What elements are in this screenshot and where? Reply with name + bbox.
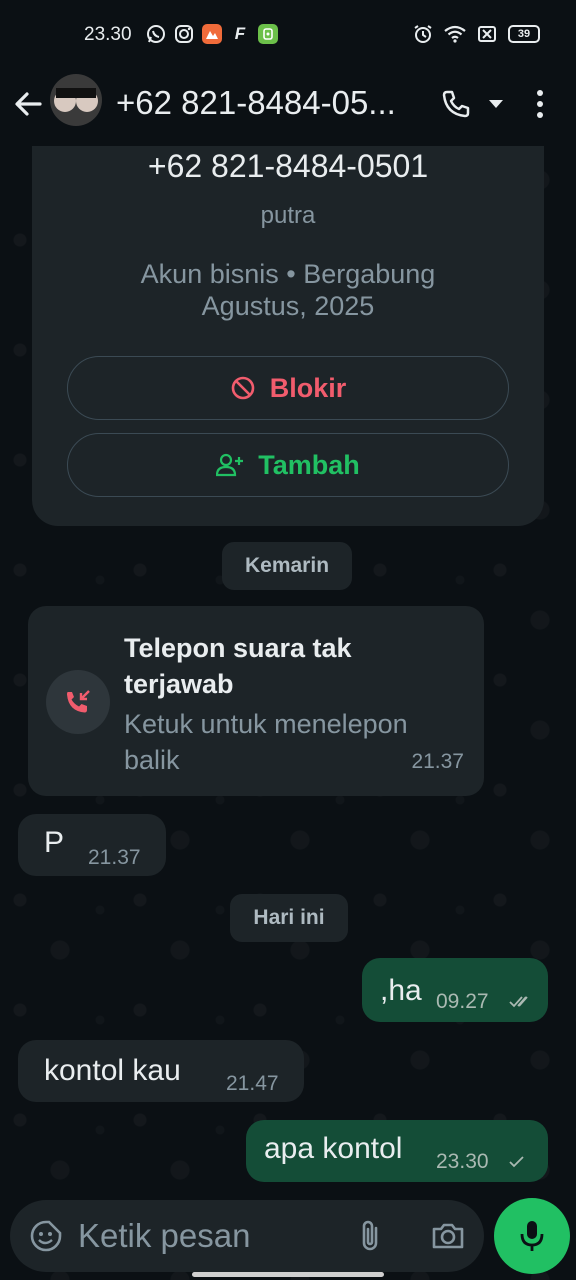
missed-call-title: Telepon suara tak terjawab: [124, 633, 352, 699]
single-check-icon: [509, 1156, 524, 1168]
date-chip-yesterday: Kemarin: [222, 542, 352, 590]
alarm-icon: [412, 24, 434, 44]
missed-call-message[interactable]: Telepon suara tak terjawab Ketuk untuk m…: [28, 606, 484, 796]
contact-info-card: +62 821-8484-0501 putra Akun bisnis • Be…: [32, 118, 544, 526]
message-text: ,ha: [380, 974, 422, 1007]
more-vert-icon: [537, 90, 543, 118]
message-composer: [10, 1200, 484, 1272]
status-system-icons: 39: [412, 24, 540, 44]
battery-icon: 39: [508, 25, 540, 43]
call-options-dropdown[interactable]: [480, 86, 512, 122]
voice-message-button[interactable]: [494, 1198, 570, 1274]
add-contact-button[interactable]: Tambah: [67, 433, 509, 497]
more-options-button[interactable]: [522, 86, 558, 122]
missed-call-icon: [67, 690, 90, 713]
add-person-icon: [216, 453, 244, 477]
status-time: 23.30: [84, 24, 132, 45]
message-bubble-incoming[interactable]: kontol kau 21.47: [18, 1040, 304, 1102]
message-time: 21.47: [226, 1072, 279, 1095]
add-label: Tambah: [258, 449, 360, 480]
sim-off-icon: [476, 24, 498, 44]
phone-icon: [442, 90, 470, 118]
date-chip-label: Kemarin: [244, 554, 330, 577]
double-check-icon: [509, 996, 528, 1008]
date-chip-label: Hari ini: [253, 906, 325, 929]
message-bubble-outgoing[interactable]: ,ha 09.27: [362, 958, 548, 1022]
message-text: apa kontol: [264, 1132, 403, 1165]
sticker-icon: [30, 1220, 62, 1252]
attach-icon: [362, 1220, 378, 1251]
back-arrow-icon: [15, 92, 42, 116]
message-bubble-outgoing[interactable]: apa kontol 23.30: [246, 1120, 548, 1182]
contact-name[interactable]: +62 821-8484-05...: [116, 84, 426, 122]
whatsapp-icon: [146, 24, 166, 44]
message-text: kontol kau: [44, 1054, 181, 1087]
block-icon: [231, 376, 255, 400]
instagram-icon: [174, 24, 194, 44]
camera-icon: [432, 1223, 464, 1249]
status-app-icons: F: [146, 24, 278, 44]
missed-call-subtitle: Ketuk untuk menelepon balik: [124, 709, 408, 775]
status-bar: 23.30 F 39: [0, 0, 576, 70]
message-time: 23.30: [436, 1150, 489, 1173]
app-f-icon: F: [234, 24, 246, 43]
app-orange-icon: [202, 24, 222, 44]
voice-call-button[interactable]: [438, 86, 474, 122]
avatar[interactable]: [50, 74, 102, 126]
back-button[interactable]: [10, 86, 46, 122]
mic-icon: [520, 1221, 544, 1251]
message-time: 09.27: [436, 990, 489, 1013]
business-account-info: Akun bisnis • Bergabung Agustus, 2025: [140, 259, 436, 321]
date-chip-today: Hari ini: [230, 894, 348, 942]
block-button[interactable]: Blokir: [67, 356, 509, 420]
app-green-icon: [258, 24, 278, 44]
block-label: Blokir: [269, 372, 347, 403]
attach-button[interactable]: [350, 1216, 390, 1256]
message-input[interactable]: [78, 1214, 338, 1258]
message-bubble-incoming[interactable]: P 21.37: [18, 814, 166, 876]
wifi-icon: [444, 24, 466, 44]
missed-call-icon-wrap: [46, 670, 110, 734]
home-indicator[interactable]: [192, 1272, 384, 1277]
message-time: 21.37: [411, 750, 464, 773]
dropdown-icon: [489, 100, 503, 108]
emoji-sticker-button[interactable]: [24, 1214, 68, 1258]
message-time: 21.37: [88, 846, 141, 869]
contact-subtitle: putra: [260, 202, 316, 229]
camera-button[interactable]: [428, 1216, 468, 1256]
message-text: P: [44, 826, 65, 859]
contact-phone: +62 821-8484-0501: [147, 148, 429, 184]
avatar-censor-bar: [56, 88, 96, 98]
chat-header: +62 821-8484-05...: [0, 70, 576, 146]
